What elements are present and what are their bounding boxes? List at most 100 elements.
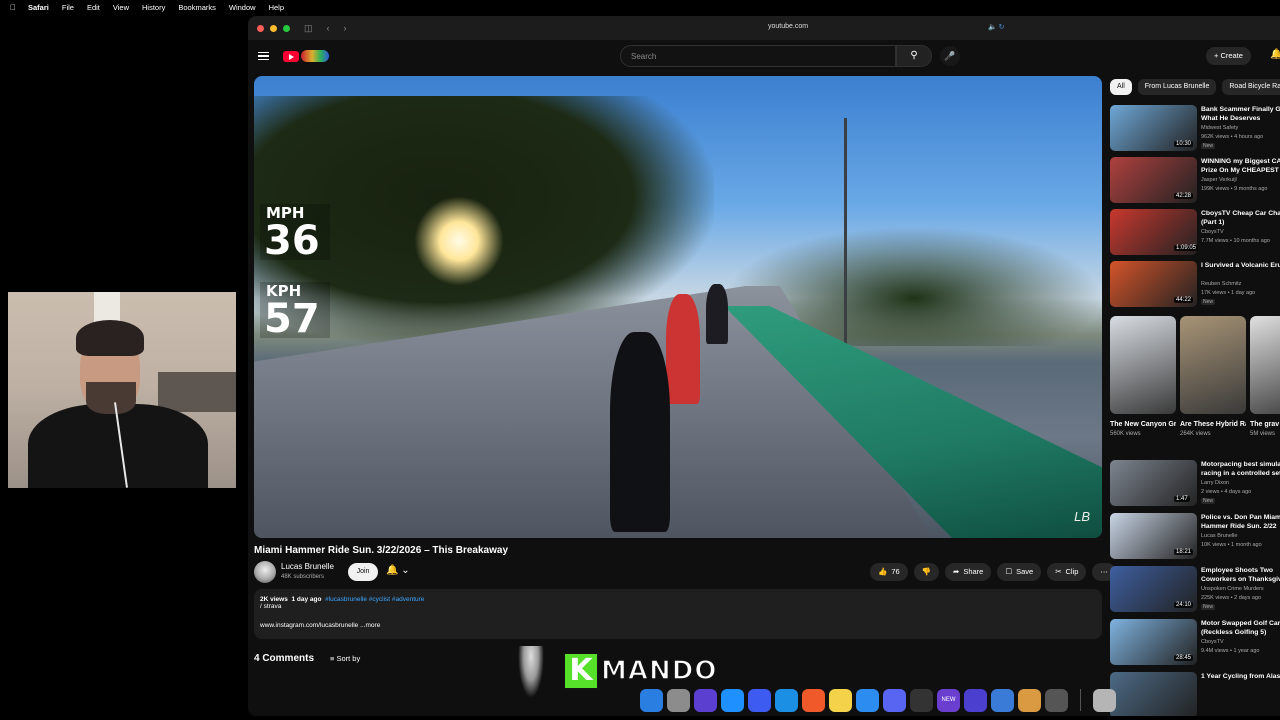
channel-avatar[interactable] (254, 561, 276, 583)
sort-comments-button[interactable]: ≡ Sort by (330, 654, 360, 663)
recommendation-channel[interactable]: Midwest Safety (1201, 125, 1238, 131)
recommendation-title[interactable]: Police vs. Don Pan Miam Hammer Ride Sun. … (1201, 513, 1280, 531)
video-player[interactable]: MPH 36 KPH 57 LB (254, 76, 1102, 538)
recommendation-channel[interactable]: CboysTV (1201, 229, 1224, 235)
dock-privacy-icon[interactable] (694, 688, 717, 712)
menu-app-name[interactable]: Safari (28, 3, 49, 12)
safari-window: ◫ ‹ › youtube.com 🔈 ↻ Search ⚲ 🎤 + Creat… (248, 16, 1280, 716)
like-button[interactable]: 👍 76 (870, 563, 908, 581)
create-button[interactable]: + Create (1206, 47, 1251, 65)
dock-box-icon[interactable] (1018, 688, 1041, 712)
recommendation-title[interactable]: CboysTV Cheap Car Cha (Part 1) (1201, 209, 1280, 227)
title-line-1: Motor Swapped Golf Car (1201, 620, 1280, 627)
menu-history[interactable]: History (142, 3, 165, 12)
dock-trash-icon[interactable] (1093, 688, 1116, 712)
subscribe-bell-icon[interactable]: 🔔 ⌄ (386, 565, 410, 576)
dock-safari-icon[interactable] (775, 688, 798, 712)
dock-grid-icon[interactable] (964, 688, 987, 712)
recommendation-item[interactable]: 18:21 Police vs. Don Pan Miam Hammer Ride … (1110, 513, 1280, 561)
hashtags[interactable]: #lucasbrunelle #cyclist #adventure (325, 596, 424, 603)
hamburger-menu-icon[interactable] (258, 50, 269, 63)
menu-file[interactable]: File (62, 3, 74, 12)
recommendation-title[interactable]: Motorpacing best simula racing in a contr… (1201, 460, 1280, 478)
recommendation-thumbnail[interactable] (1110, 672, 1197, 716)
dock-brave-icon[interactable] (802, 688, 825, 712)
close-window-button[interactable] (257, 24, 264, 32)
recommendation-item[interactable]: 1 Year Cycling from Alas (1110, 672, 1280, 716)
menu-help[interactable]: Help (269, 3, 284, 12)
dock-activity-icon[interactable] (910, 688, 933, 712)
chip-all[interactable]: All (1110, 79, 1132, 95)
chip-from-channel[interactable]: From Lucas Brunelle (1137, 79, 1217, 95)
short-item[interactable]: Are These Hybrid Rac... 264K views (1180, 316, 1246, 437)
audio-playing-icon[interactable]: 🔈 ↻ (988, 23, 1005, 31)
dock-obs-icon[interactable] (1045, 688, 1068, 712)
dock-arc-icon[interactable] (748, 688, 771, 712)
dock-mail-icon[interactable] (856, 688, 879, 712)
dock-launchpad-icon[interactable] (667, 688, 690, 712)
menu-bookmarks[interactable]: Bookmarks (178, 3, 216, 12)
short-title[interactable]: The grav bike of t (1250, 420, 1280, 429)
recommendation-item[interactable]: 1:47 Motorpacing best simula racing in a c… (1110, 460, 1280, 508)
recommendation-channel[interactable]: Larry Dixon (1201, 480, 1229, 486)
search-input[interactable]: Search (620, 45, 896, 67)
recommendation-channel[interactable]: CboysTV (1201, 639, 1224, 645)
recommendation-title[interactable]: Bank Scammer Finally G What He Deserves (1201, 105, 1280, 123)
short-title[interactable]: Are These Hybrid Rac... (1180, 420, 1246, 429)
dock-discord-icon[interactable] (883, 688, 906, 712)
short-thumbnail[interactable] (1250, 316, 1280, 414)
recommendation-item[interactable]: 28:45 Motor Swapped Golf Car (Reckless Gol… (1110, 619, 1280, 667)
title-line-1: Motorpacing best simula (1201, 461, 1280, 468)
dock-finder-icon[interactable] (640, 688, 663, 712)
dock-finder2-icon[interactable] (991, 688, 1014, 712)
duration-badge: 10:30 (1174, 141, 1194, 147)
short-item[interactable]: The New Canyon Gri... 560K views (1110, 316, 1176, 437)
recommendation-item[interactable]: 10:30 Bank Scammer Finally G What He Deser… (1110, 105, 1280, 153)
recommendation-item[interactable]: 24:10 Employee Shoots Two Coworkers on Tha… (1110, 566, 1280, 614)
join-button[interactable]: Join (348, 563, 378, 581)
recommendation-item[interactable]: 1:09:05 CboysTV Cheap Car Cha (Part 1) Cboy… (1110, 209, 1280, 257)
dock-notes-icon[interactable] (829, 688, 852, 712)
dislike-button[interactable]: 👎 (913, 563, 940, 581)
notifications-bell-icon[interactable]: 🔔 (1270, 49, 1280, 60)
instagram-link[interactable]: www.instagram.com/lucasbrunelle (260, 622, 358, 629)
share-button[interactable]: ➦ Share (945, 563, 992, 581)
recommendation-title[interactable]: I Survived a Volcanic Eru (1201, 261, 1280, 270)
menu-view[interactable]: View (113, 3, 129, 12)
video-lamp-post (844, 118, 847, 348)
back-icon[interactable]: ‹ (327, 23, 330, 33)
recommendation-channel[interactable]: Unspoken Crime Murders (1201, 586, 1264, 592)
short-title[interactable]: The New Canyon Gri... (1110, 420, 1176, 429)
menu-window[interactable]: Window (229, 3, 256, 12)
recommendation-item[interactable]: 44:22 I Survived a Volcanic Eru Reuben Sch… (1110, 261, 1280, 309)
recommendation-title[interactable]: Employee Shoots Two Coworkers on Thanksgi… (1201, 566, 1280, 584)
video-description[interactable]: 2K views 1 day ago #lucasbrunelle #cycli… (254, 589, 1102, 639)
zoom-window-button[interactable] (283, 24, 290, 32)
recommendation-channel[interactable]: Lucas Brunelle (1201, 533, 1237, 539)
voice-search-button[interactable]: 🎤 (940, 46, 960, 66)
forward-icon[interactable]: › (344, 23, 347, 33)
recommendation-channel[interactable]: Reuben Schmitz (1201, 281, 1241, 287)
sidebar-toggle-icon[interactable]: ◫ (304, 23, 313, 34)
recommendation-title[interactable]: Motor Swapped Golf Car (Reckless Golfing … (1201, 619, 1280, 637)
dock-appstore-icon[interactable] (721, 688, 744, 712)
recommendation-title[interactable]: WINNING my Biggest CA Prize On My CHEAPES… (1201, 157, 1280, 175)
menu-edit[interactable]: Edit (87, 3, 100, 12)
address-bar[interactable]: youtube.com (768, 23, 808, 30)
recommendation-item[interactable]: 42:28 WINNING my Biggest CA Prize On My CH… (1110, 157, 1280, 205)
show-more-link[interactable]: ...more (360, 622, 380, 629)
short-thumbnail[interactable] (1180, 316, 1246, 414)
recommendation-channel[interactable]: Jasper Verkuijl (1201, 177, 1237, 183)
dock-news-icon[interactable]: NEW (937, 688, 960, 712)
channel-name[interactable]: Lucas Brunelle (281, 562, 334, 571)
recommendation-title[interactable]: 1 Year Cycling from Alas (1201, 672, 1280, 681)
youtube-logo[interactable] (283, 48, 331, 64)
search-button[interactable]: ⚲ (896, 45, 932, 67)
save-button[interactable]: ☐ Save (997, 563, 1042, 581)
chip-road-bicycle[interactable]: Road Bicycle Rac (1222, 79, 1280, 95)
short-thumbnail[interactable] (1110, 316, 1176, 414)
minimize-window-button[interactable] (270, 24, 277, 32)
clip-button[interactable]: ✂ Clip (1047, 563, 1087, 581)
apple-icon[interactable]:  (10, 3, 20, 12)
short-item[interactable]: The grav bike of t 5M views (1250, 316, 1280, 437)
